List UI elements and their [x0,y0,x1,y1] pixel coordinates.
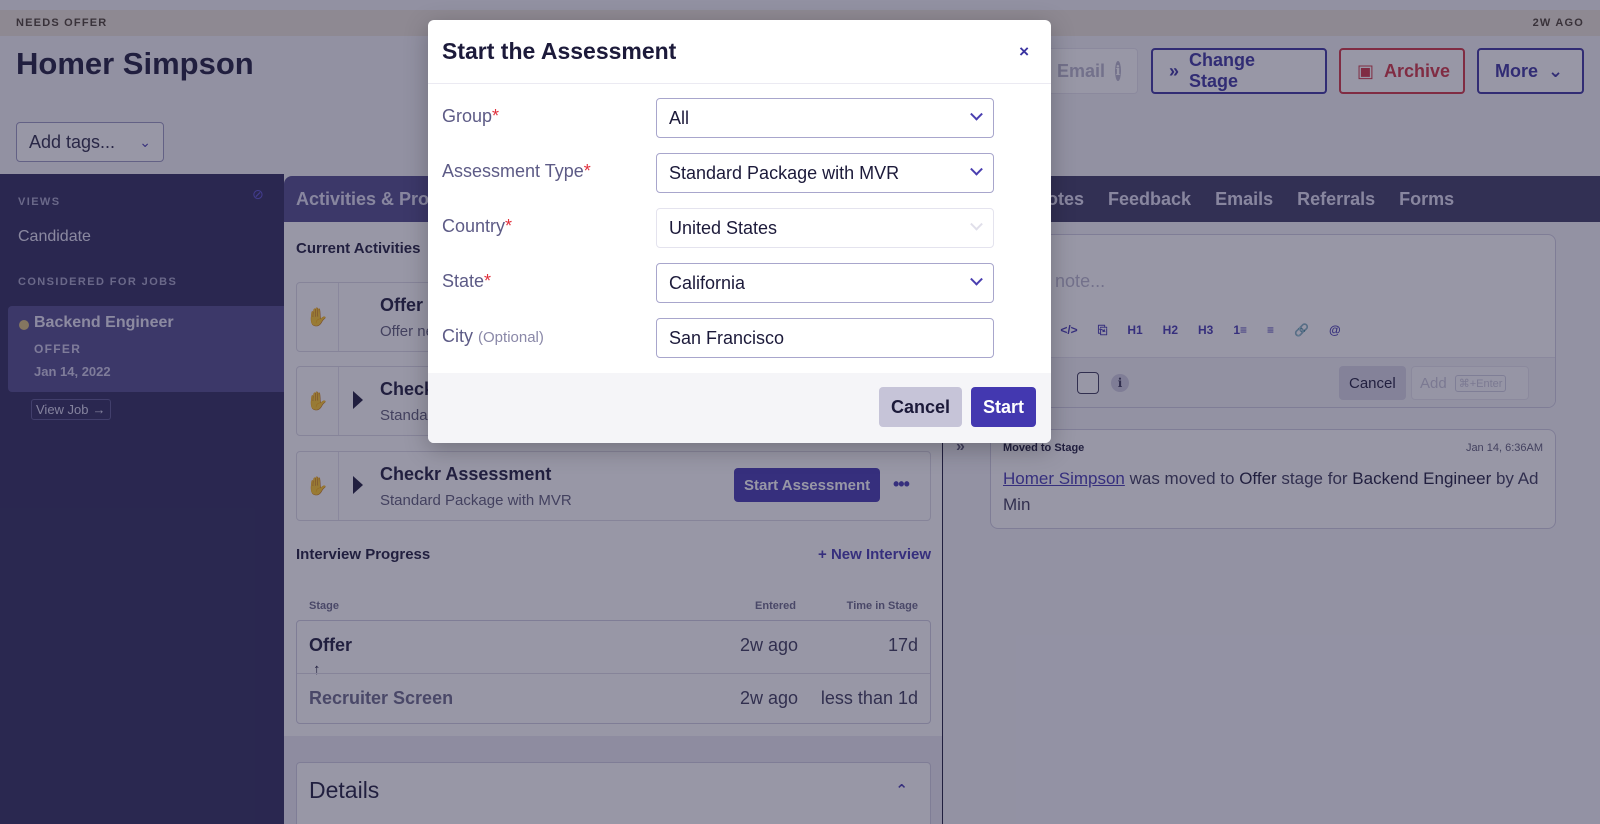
required-mark: * [492,106,500,126]
start-button[interactable]: Start [971,387,1037,427]
assessment-type-value: Standard Package with MVR [669,162,900,183]
label-text: State [442,271,485,291]
required-mark: * [583,161,591,181]
state-value: California [669,272,746,293]
assessment-type-select[interactable]: Standard Package with MVR [656,153,994,193]
required-mark: * [505,216,513,236]
state-row: State* California [442,263,1022,303]
modal-divider [428,83,1051,84]
state-label: State* [442,271,491,292]
assessment-type-label: Assessment Type* [442,161,591,182]
assessment-type-row: Assessment Type* Standard Package with M… [442,153,1022,193]
label-text: Assessment Type [442,161,584,181]
country-value: United States [669,217,778,238]
required-mark: * [484,271,492,291]
chevron-down-icon [970,162,983,176]
start-assessment-modal: Start the Assessment × Group* All Assess… [428,20,1051,443]
group-select[interactable]: All [656,98,994,138]
group-label: Group* [442,106,499,127]
modal-title: Start the Assessment [442,38,677,64]
city-input[interactable]: San Francisco [656,318,994,358]
state-select[interactable]: California [656,263,994,303]
city-label: City (Optional) [442,326,544,347]
country-row: Country* United States [442,208,1022,248]
city-row: City (Optional) San Francisco [442,318,1022,358]
country-select[interactable]: United States [656,208,994,248]
label-text: Group [442,106,493,126]
modal-footer: Cancel Start [428,373,1051,443]
close-icon[interactable]: × [1019,42,1029,62]
optional-hint: (Optional) [478,329,544,346]
label-text: Country [442,216,506,236]
city-value: San Francisco [669,327,785,348]
chevron-down-icon [970,107,983,121]
label-text: City [442,326,473,346]
group-value: All [669,107,690,128]
group-row: Group* All [442,98,1022,138]
cancel-button[interactable]: Cancel [879,387,963,427]
chevron-down-icon [970,272,983,286]
chevron-down-icon [970,217,983,231]
country-label: Country* [442,216,512,237]
